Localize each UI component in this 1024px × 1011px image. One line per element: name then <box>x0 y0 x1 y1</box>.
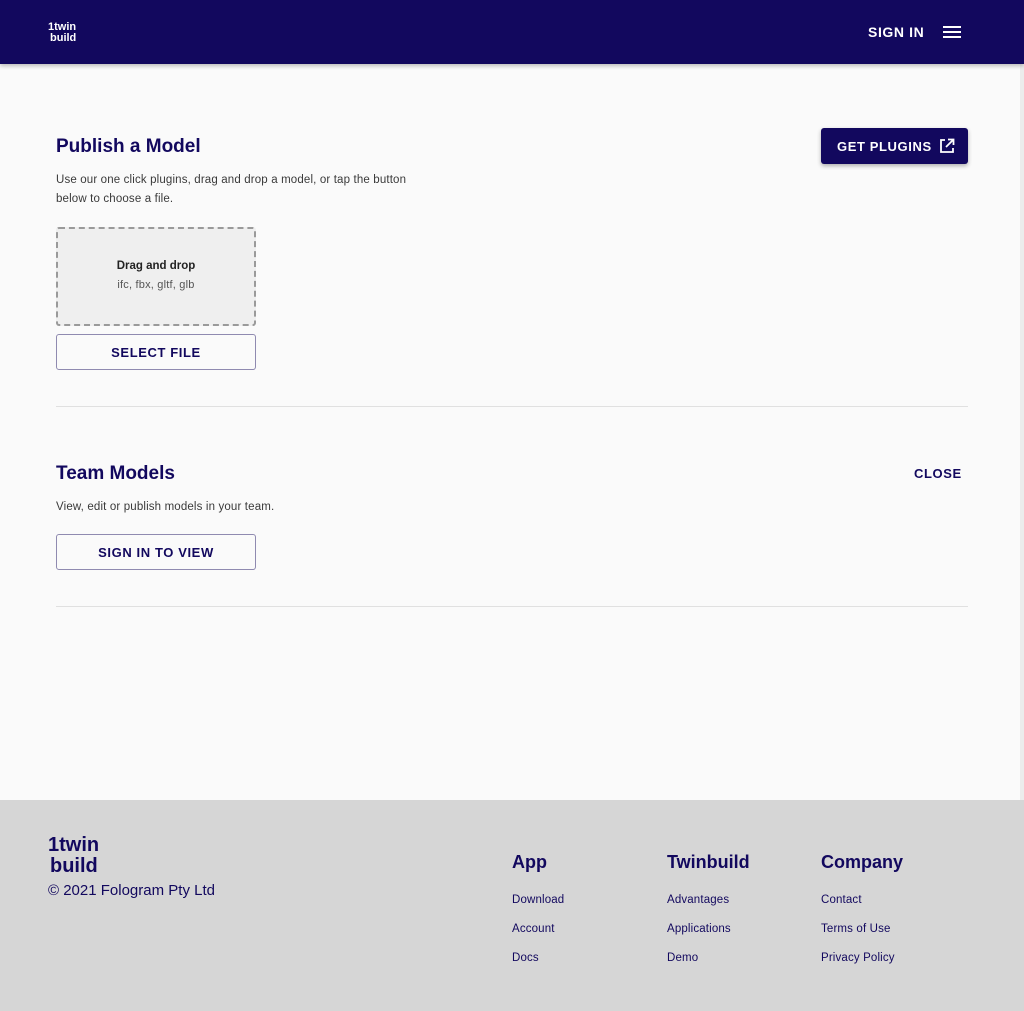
dropzone-title: Drag and drop <box>116 260 196 272</box>
twinbuild-logo[interactable]: 1twin build <box>48 832 114 876</box>
twinbuild-logo[interactable]: 1twin build <box>48 20 88 44</box>
publish-description-line: Use our one click plugins, drag and drop… <box>56 174 407 186</box>
footer-link-account[interactable]: Account <box>512 923 555 935</box>
sign-in-button[interactable]: SIGN IN <box>858 18 934 46</box>
section-divider <box>56 406 968 407</box>
get-plugins-button[interactable]: GET PLUGINS <box>821 128 968 164</box>
sign-in-to-view-button[interactable]: SIGN IN TO VIEW <box>56 534 256 570</box>
publish-description-line: below to choose a file. <box>56 193 174 205</box>
team-section-title: Team Models <box>56 463 175 484</box>
menu-icon[interactable] <box>938 20 966 44</box>
footer-link-terms[interactable]: Terms of Use <box>821 923 891 935</box>
footer-link-download[interactable]: Download <box>512 894 564 906</box>
footer-column-title-twinbuild: Twinbuild <box>667 852 750 872</box>
svg-text:1twin: 1twin <box>48 834 99 856</box>
copyright-text: © 2021 Fologram Pty Ltd <box>48 882 215 899</box>
team-description: View, edit or publish models in your tea… <box>56 501 275 513</box>
footer-link-contact[interactable]: Contact <box>821 894 862 906</box>
footer-column-title-company: Company <box>821 852 904 872</box>
section-divider <box>56 606 968 607</box>
get-plugins-label: GET PLUGINS <box>837 138 932 154</box>
footer-link-privacy[interactable]: Privacy Policy <box>821 952 895 964</box>
svg-text:build: build <box>50 32 76 44</box>
select-file-button[interactable]: SELECT FILE <box>56 334 256 370</box>
external-link-icon <box>940 138 955 153</box>
footer-link-applications[interactable]: Applications <box>667 923 731 935</box>
top-app-bar: 1twin build SIGN IN <box>0 0 1024 64</box>
publish-description: Use our one click plugins, drag and drop… <box>56 171 406 209</box>
footer-link-advantages[interactable]: Advantages <box>667 894 729 906</box>
footer: 1twin build © 2021 Fologram Pty Ltd App … <box>0 800 1024 1011</box>
dropzone-formats: ifc, fbx, gltf, glb <box>117 279 195 291</box>
svg-text:build: build <box>50 855 98 876</box>
drag-drop-zone[interactable]: Drag and drop ifc, fbx, gltf, glb <box>56 227 256 326</box>
footer-link-docs[interactable]: Docs <box>512 952 539 964</box>
footer-column-title-app: App <box>512 852 547 872</box>
footer-link-demo[interactable]: Demo <box>667 952 698 964</box>
close-button[interactable]: CLOSE <box>906 462 970 484</box>
publish-section-title: Publish a Model <box>56 136 201 157</box>
